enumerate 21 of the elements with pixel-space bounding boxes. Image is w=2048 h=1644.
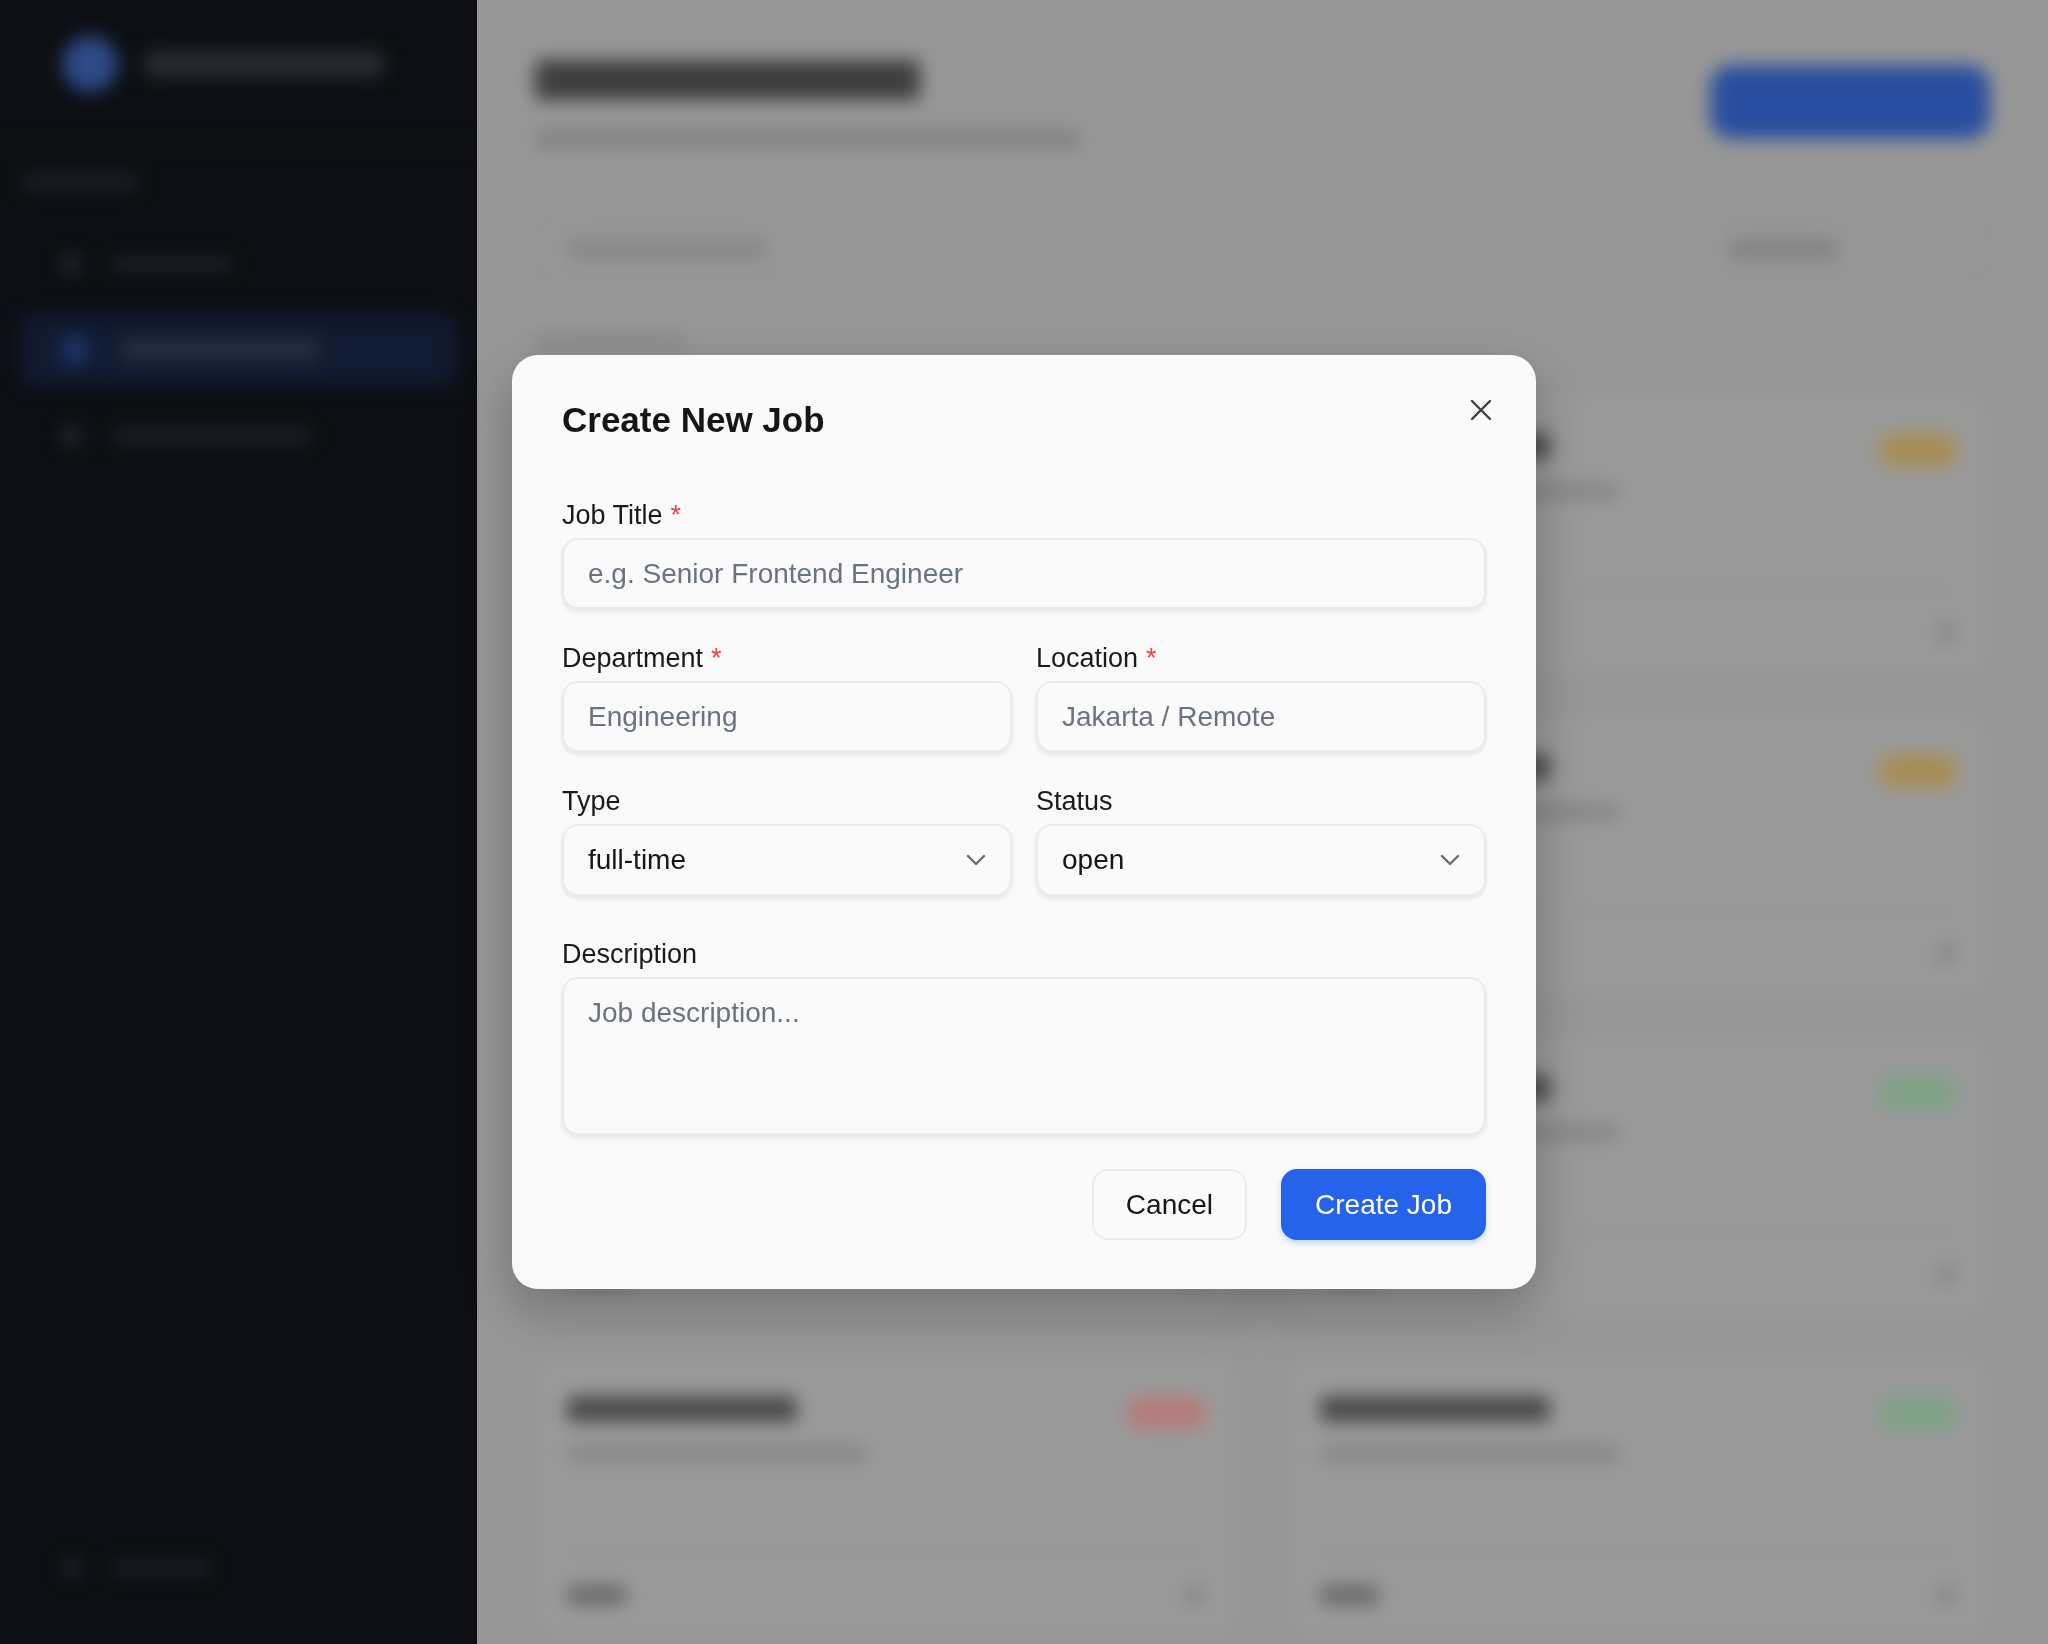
text-input[interactable]: Jakarta / Remote: [1036, 681, 1486, 752]
chevron-down-icon: [1440, 854, 1460, 866]
dropdown-select[interactable]: full-time: [562, 824, 1012, 896]
field-label: Status: [1036, 785, 1113, 817]
field-label: Description: [562, 938, 698, 970]
cancel-button[interactable]: Cancel: [1091, 1169, 1248, 1240]
required-mark: *: [1146, 642, 1157, 674]
field-label: Job Title: [562, 499, 663, 531]
close-icon: [1470, 399, 1492, 421]
field-label: Location: [1036, 642, 1139, 674]
chevron-down-icon: [966, 854, 986, 866]
text-input[interactable]: e.g. Senior Frontend Engineer: [562, 538, 1486, 609]
field-label: Department: [562, 642, 704, 674]
required-mark: *: [711, 642, 722, 674]
dialog-title: Create New Job: [562, 399, 825, 441]
text-input[interactable]: Engineering: [562, 681, 1012, 752]
create-job-button[interactable]: Create Job: [1281, 1169, 1486, 1240]
description-textarea[interactable]: Job description...: [562, 977, 1486, 1135]
required-mark: *: [670, 499, 682, 531]
dropdown-select[interactable]: open: [1036, 824, 1486, 896]
field-label: Type: [562, 785, 621, 817]
